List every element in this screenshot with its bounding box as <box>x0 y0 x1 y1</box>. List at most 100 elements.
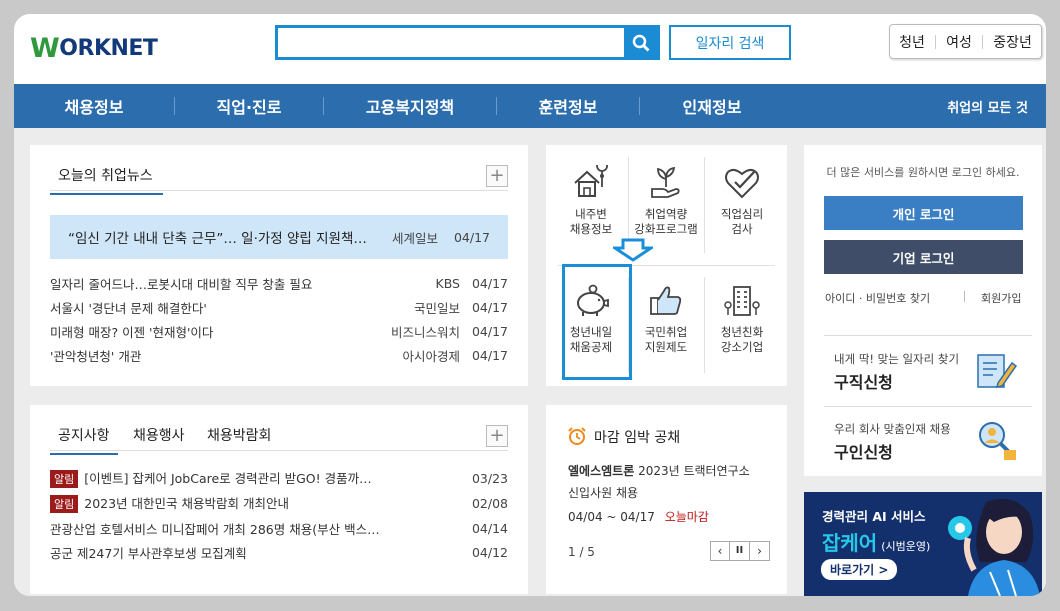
youth-link[interactable]: 청년 <box>899 32 925 52</box>
divider <box>824 335 1032 336</box>
divider <box>982 34 984 49</box>
logo-text: ORKNET <box>59 35 158 61</box>
banner-cta-button[interactable]: 바로가기 > <box>821 559 898 580</box>
notice-item-title: 관광산업 호텔서비스 미니잡페어 개최 286명 채용(부산 백스… <box>50 521 380 537</box>
nav-training[interactable]: 훈련정보 <box>497 94 639 118</box>
women-link[interactable]: 여성 <box>946 32 972 52</box>
logo-w: W <box>30 32 60 64</box>
deadline-job[interactable]: 엘에스엠트론 2023년 트랙터연구소 신입사원 채용 <box>568 460 773 504</box>
browser-frame: W ORKNET 일자리 검색 청년 여성 중장년 채용정보 직업·진로 고용복… <box>14 14 1046 596</box>
pause-button[interactable]: II <box>730 541 750 561</box>
news-item-date: 04/17 <box>471 299 508 315</box>
notice-item[interactable]: 공군 제247기 부사관후보생 모집계획 04/12 <box>50 542 508 562</box>
seek-title: 구직신청 <box>834 373 893 392</box>
news-panel: 오늘의 취업뉴스 + “임신 기간 내내 단축 근무”… 일·가정 양립 지원책… <box>30 145 528 386</box>
pager-controls: ‹ II › <box>710 541 770 561</box>
worknet-logo[interactable]: W ORKNET <box>30 32 158 64</box>
service-label-2: 강화프로그램 <box>634 222 698 236</box>
service-youth-friendly-company[interactable]: 청년친화 강소기업 <box>706 283 778 355</box>
main-nav: 채용정보 직업·진로 고용복지정책 훈련정보 인재정보 취업의 모든 것 <box>14 84 1046 128</box>
tab-notice-label: 공지사항 <box>58 428 110 444</box>
hire-title: 구인신청 <box>834 443 893 462</box>
news-item[interactable]: 일자리 줄어드나…로봇시대 대비할 직무 창출 필요 KBS 04/17 <box>50 273 508 293</box>
featured-news[interactable]: “임신 기간 내내 단축 근무”… 일·가정 양립 지원책… 세계일보 04/1… <box>50 215 508 259</box>
service-label-1: 취업역량 <box>644 207 688 221</box>
news-item-title: 미래형 매장? 이젠 '현재형'이다 <box>50 324 214 340</box>
find-id-password-link[interactable]: 아이디 · 비밀번호 찾기 <box>825 290 930 306</box>
house-location-icon <box>574 165 608 197</box>
deadline-status: 오늘마감 <box>664 510 709 524</box>
news-item-title: 서울시 '경단녀 문제 해결한다' <box>50 300 207 316</box>
tab-job-fair[interactable]: 채용박람회 <box>207 425 271 445</box>
header: W ORKNET 일자리 검색 청년 여성 중장년 <box>14 14 1046 84</box>
tab-job-events[interactable]: 채용행사 <box>133 425 185 445</box>
magnifier-person-icon <box>979 422 1016 460</box>
notice-item[interactable]: 알림 [이벤트] 잡케어 JobCare로 경력관리 받GO! 경품까… 03/23 <box>50 468 508 488</box>
service-label-1: 청년내일 <box>569 325 613 339</box>
prev-button[interactable]: ‹ <box>710 541 730 561</box>
notice-item-date: 02/08 <box>471 495 508 511</box>
nav-career[interactable]: 직업·진로 <box>175 94 323 118</box>
notice-item-title: 공군 제247기 부사관후보생 모집계획 <box>50 545 247 561</box>
featured-news-source: 세계일보 <box>391 230 438 246</box>
company-login-button[interactable]: 기업 로그인 <box>824 240 1023 274</box>
deadline-period-row: 04/04 ~ 04/17 오늘마감 <box>568 508 709 525</box>
service-label-2: 채용정보 <box>569 222 613 236</box>
login-panel: 더 많은 서비스를 원하시면 로그인 하세요. 개인 로그인 기업 로그인 아이… <box>804 145 1042 476</box>
heart-check-icon <box>725 168 759 199</box>
news-item[interactable]: '관악청년청' 개관 아시아경제 04/17 <box>50 345 508 365</box>
grid-line <box>704 157 705 253</box>
featured-news-date: 04/17 <box>453 229 490 245</box>
search-input[interactable] <box>278 28 618 57</box>
tab-job-fair-label: 채용박람회 <box>207 428 272 444</box>
notice-item-title: [이벤트] 잡케어 JobCare로 경력관리 받GO! 경품까… <box>84 471 372 486</box>
alert-badge: 알림 <box>50 470 79 488</box>
deadline-title: 마감 임박 공채 <box>594 430 681 446</box>
recruit-apply[interactable]: 우리 회사 맞춤인재 채용 구인신청 <box>824 408 1032 476</box>
search-icon <box>632 34 650 52</box>
job-search-button[interactable]: 일자리 검색 <box>669 25 791 60</box>
notice-more-button[interactable]: + <box>486 425 508 447</box>
news-item-source: KBS <box>435 275 461 291</box>
news-item-title: '관악청년청' 개관 <box>50 348 142 364</box>
tab-job-events-label: 채용행사 <box>133 428 185 444</box>
news-item[interactable]: 미래형 매장? 이젠 '현재형'이다 비즈니스워치 04/17 <box>50 321 508 341</box>
search-box <box>275 25 660 60</box>
notice-item[interactable]: 알림 2023년 대한민국 채용박람회 개최안내 02/08 <box>50 493 508 513</box>
job-seek-apply[interactable]: 내게 딱! 맞는 일자리 찾기 구직신청 <box>824 337 1032 405</box>
nav-job-info[interactable]: 채용정보 <box>14 94 174 118</box>
service-label-1: 내주변 <box>575 207 607 221</box>
notice-item-title: 2023년 대한민국 채용박람회 개최안내 <box>84 496 289 511</box>
service-nearby-jobs[interactable]: 내주변 채용정보 <box>555 165 627 237</box>
news-item[interactable]: 서울시 '경단녀 문제 해결한다' 국민일보 04/17 <box>50 297 508 317</box>
banner-note: (시범운영) <box>881 540 931 553</box>
deadline-company: 엘에스엠트론 <box>568 464 635 478</box>
nav-talent[interactable]: 인재정보 <box>640 94 784 118</box>
next-button[interactable]: › <box>750 541 770 561</box>
banner-brand-row: 잡케어 (시범운영) <box>822 527 930 556</box>
service-national-employment[interactable]: 국민취업 지원제도 <box>630 283 702 355</box>
divider <box>935 34 936 49</box>
content-area: 오늘의 취업뉴스 + “임신 기간 내내 단축 근무”… 일·가정 양립 지원책… <box>14 128 1046 596</box>
grid-line <box>704 277 705 373</box>
nav-all-link[interactable]: 취업의 모든 것 <box>947 97 1028 116</box>
service-competency-program[interactable]: 취업역량 강화프로그램 <box>630 165 702 237</box>
seek-subtitle: 내게 딱! 맞는 일자리 찾기 <box>834 352 960 366</box>
service-youth-savings[interactable]: 청년내일 채움공제 <box>555 283 627 355</box>
tab-rule <box>50 190 508 191</box>
service-psych-test[interactable]: 직업심리 검사 <box>706 165 778 237</box>
service-label-1: 직업심리 <box>720 207 764 221</box>
nav-welfare[interactable]: 고용복지정책 <box>324 94 496 118</box>
news-more-button[interactable]: + <box>486 165 508 187</box>
jobcare-banner[interactable]: 경력관리 AI 서비스 잡케어 (시범운영) 바로가기 > <box>804 492 1042 596</box>
personal-login-button[interactable]: 개인 로그인 <box>824 196 1023 230</box>
signup-link[interactable]: 회원가입 <box>981 290 1021 306</box>
service-label-1: 청년친화 <box>720 325 764 339</box>
notice-item[interactable]: 관광산업 호텔서비스 미니잡페어 개최 286명 채용(부산 백스… 04/14 <box>50 518 508 538</box>
search-button[interactable] <box>624 28 657 57</box>
middle-aged-link[interactable]: 중장년 <box>993 32 1032 52</box>
divider <box>964 291 965 302</box>
service-label-2: 지원제도 <box>644 340 688 354</box>
building-icon <box>724 286 760 316</box>
alert-badge: 알림 <box>50 495 79 513</box>
